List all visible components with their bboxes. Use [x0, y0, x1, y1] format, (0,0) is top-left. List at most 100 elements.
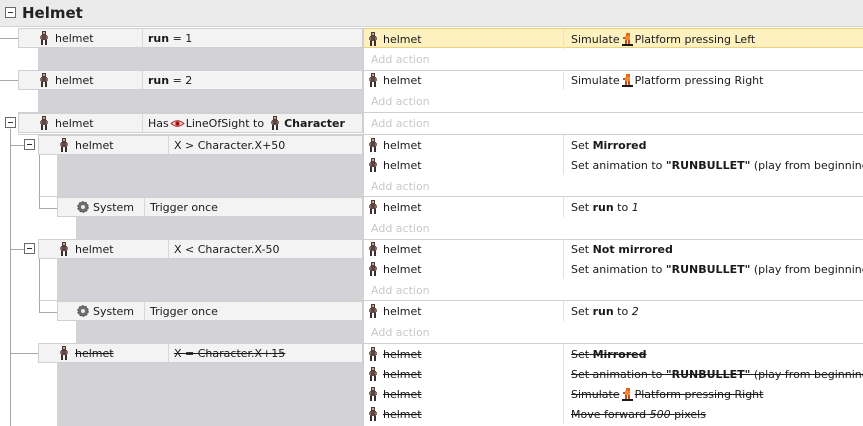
condition-object[interactable]: System	[58, 302, 145, 320]
action-row[interactable]: helmet Set Not mirrored	[364, 239, 863, 259]
action-row[interactable]: helmet Set Mirrored	[364, 344, 863, 364]
action-detail: (play from beginning)	[753, 367, 863, 381]
action-text[interactable]: Set animation to "RUNBULLET" (play from …	[571, 259, 863, 279]
action-text[interactable]: Set Not mirrored	[571, 239, 673, 259]
condition-row[interactable]: helmet X = Character.X+15	[38, 343, 363, 363]
event-block[interactable]: helmet X < Character.X-50 helmet Set Not…	[0, 239, 863, 300]
add-action-link[interactable]: Add action	[371, 176, 430, 196]
helmet-icon	[368, 347, 378, 361]
condition-object[interactable]: helmet	[19, 29, 143, 47]
condition-object[interactable]: helmet	[39, 136, 169, 154]
action-row[interactable]: helmet Set animation to "RUNBULLET" (pla…	[364, 155, 863, 175]
action-row[interactable]: helmet Simulate Platform pressing Right	[364, 70, 863, 90]
action-object[interactable]: helmet	[368, 301, 564, 321]
event-block[interactable]: helmet Has LineOfSight to Character Add …	[0, 112, 863, 134]
add-action-link[interactable]: Add action	[371, 49, 430, 69]
add-action-link[interactable]: Add action	[371, 280, 430, 300]
action-object[interactable]: helmet	[368, 344, 564, 364]
action-row[interactable]: helmet Set animation to "RUNBULLET" (pla…	[364, 259, 863, 279]
action-text[interactable]: Set run to 2	[571, 301, 639, 321]
action-text[interactable]: Move forward 500 pixels	[571, 404, 706, 424]
condition-text[interactable]: X > Character.X+50	[174, 136, 285, 154]
condition-text[interactable]: Trigger once	[150, 198, 218, 216]
condition-object[interactable]: helmet	[19, 71, 143, 89]
condition-row[interactable]: System Trigger once	[57, 197, 363, 217]
collapse-event-icon[interactable]	[5, 117, 16, 128]
object-name: helmet	[383, 32, 422, 46]
action-value: Mirrored	[592, 138, 647, 152]
action-area[interactable]: helmet Simulate Platform pressing Left A…	[363, 28, 863, 70]
action-row[interactable]: helmet Simulate Platform pressing Left	[364, 28, 863, 49]
action-verb: Set	[571, 304, 590, 318]
condition-text[interactable]: Trigger once	[150, 302, 218, 320]
action-object[interactable]: helmet	[368, 135, 564, 155]
condition-row[interactable]: helmet X > Character.X+50	[38, 135, 363, 155]
condition-text[interactable]: Has LineOfSight to Character	[148, 114, 345, 132]
add-action-link[interactable]: Add action	[371, 91, 430, 111]
condition-text[interactable]: X = Character.X+15	[174, 344, 285, 362]
action-verb: Set	[571, 200, 590, 214]
action-object[interactable]: helmet	[368, 364, 564, 384]
action-object[interactable]: helmet	[368, 239, 564, 259]
action-object[interactable]: helmet	[368, 384, 564, 404]
condition-object[interactable]: helmet	[19, 114, 143, 132]
condition-object[interactable]: helmet	[39, 240, 169, 258]
action-text[interactable]: Simulate Platform pressing Left	[571, 29, 755, 49]
action-text[interactable]: Set run to 1	[571, 197, 639, 217]
action-row[interactable]: helmet Set run to 1	[364, 197, 863, 217]
event-block[interactable]: helmet run = 2 helmet Simulate Platform …	[0, 70, 863, 112]
helmet-icon	[39, 73, 49, 87]
event-block[interactable]: helmet run = 1 helmet Simulate Platform …	[0, 28, 863, 70]
action-object[interactable]: helmet	[368, 29, 564, 49]
action-row[interactable]: helmet Move forward 500 pixels	[364, 404, 863, 424]
add-action-link[interactable]: Add action	[371, 218, 430, 238]
action-object[interactable]: helmet	[368, 197, 564, 217]
object-name: helmet	[383, 387, 422, 401]
action-row[interactable]: helmet Simulate Platform pressing Right	[364, 384, 863, 404]
action-area[interactable]: helmet Set Mirrored helmet Set animation…	[363, 343, 863, 426]
condition-text[interactable]: X < Character.X-50	[174, 240, 280, 258]
action-area[interactable]: helmet Set run to 2 Add action	[363, 301, 863, 343]
object-name: helmet	[55, 73, 94, 87]
condition-row[interactable]: helmet X < Character.X-50	[38, 239, 363, 259]
action-area[interactable]: helmet Set Mirrored helmet Set animation…	[363, 135, 863, 196]
collapse-event-icon[interactable]	[24, 139, 35, 150]
object-name: System	[93, 200, 135, 214]
group-header[interactable]: Helmet	[0, 0, 863, 27]
condition-text[interactable]: run = 1	[148, 29, 192, 47]
condition-row[interactable]: helmet Has LineOfSight to Character	[18, 113, 363, 133]
condition-row[interactable]: helmet run = 2	[18, 70, 363, 90]
action-row[interactable]: helmet Set run to 2	[364, 301, 863, 321]
action-object[interactable]: helmet	[368, 155, 564, 175]
collapse-group-icon[interactable]	[5, 7, 16, 18]
action-area[interactable]: helmet Set run to 1 Add action	[363, 197, 863, 239]
action-detail: Platform pressing Right	[634, 73, 764, 87]
object-name: helmet	[75, 242, 114, 256]
action-row[interactable]: helmet Set Mirrored	[364, 135, 863, 155]
condition-row[interactable]: System Trigger once	[57, 301, 363, 321]
action-area[interactable]: helmet Set Not mirrored helmet Set anima…	[363, 239, 863, 300]
action-area[interactable]: Add action	[363, 112, 863, 134]
action-object[interactable]: helmet	[368, 404, 564, 424]
action-text[interactable]: Set animation to "RUNBULLET" (play from …	[571, 155, 863, 175]
event-block[interactable]: helmet X > Character.X+50 helmet Set Mir…	[0, 135, 863, 196]
add-action-link[interactable]: Add action	[371, 113, 430, 133]
condition-text[interactable]: run = 2	[148, 71, 192, 89]
action-text[interactable]: Simulate Platform pressing Right	[571, 384, 763, 404]
collapse-event-icon[interactable]	[24, 243, 35, 254]
condition-object[interactable]: System	[58, 198, 145, 216]
condition-row[interactable]: helmet run = 1	[18, 28, 363, 48]
action-object[interactable]: helmet	[368, 70, 564, 90]
action-object[interactable]: helmet	[368, 259, 564, 279]
action-area[interactable]: helmet Simulate Platform pressing Right …	[363, 70, 863, 112]
action-text[interactable]: Set Mirrored	[571, 344, 646, 364]
action-text[interactable]: Simulate Platform pressing Right	[571, 70, 763, 90]
action-text[interactable]: Set animation to "RUNBULLET" (play from …	[571, 364, 863, 384]
event-block[interactable]: System Trigger once helmet Set run to 1 …	[0, 197, 863, 239]
action-text[interactable]: Set Mirrored	[571, 135, 646, 155]
condition-object[interactable]: helmet	[39, 344, 169, 362]
add-action-link[interactable]: Add action	[371, 322, 430, 342]
event-block[interactable]: System Trigger once helmet Set run to 2 …	[0, 301, 863, 343]
action-row[interactable]: helmet Set animation to "RUNBULLET" (pla…	[364, 364, 863, 384]
disabled-event-block[interactable]: helmet X = Character.X+15 helmet Set Mir…	[0, 343, 863, 426]
